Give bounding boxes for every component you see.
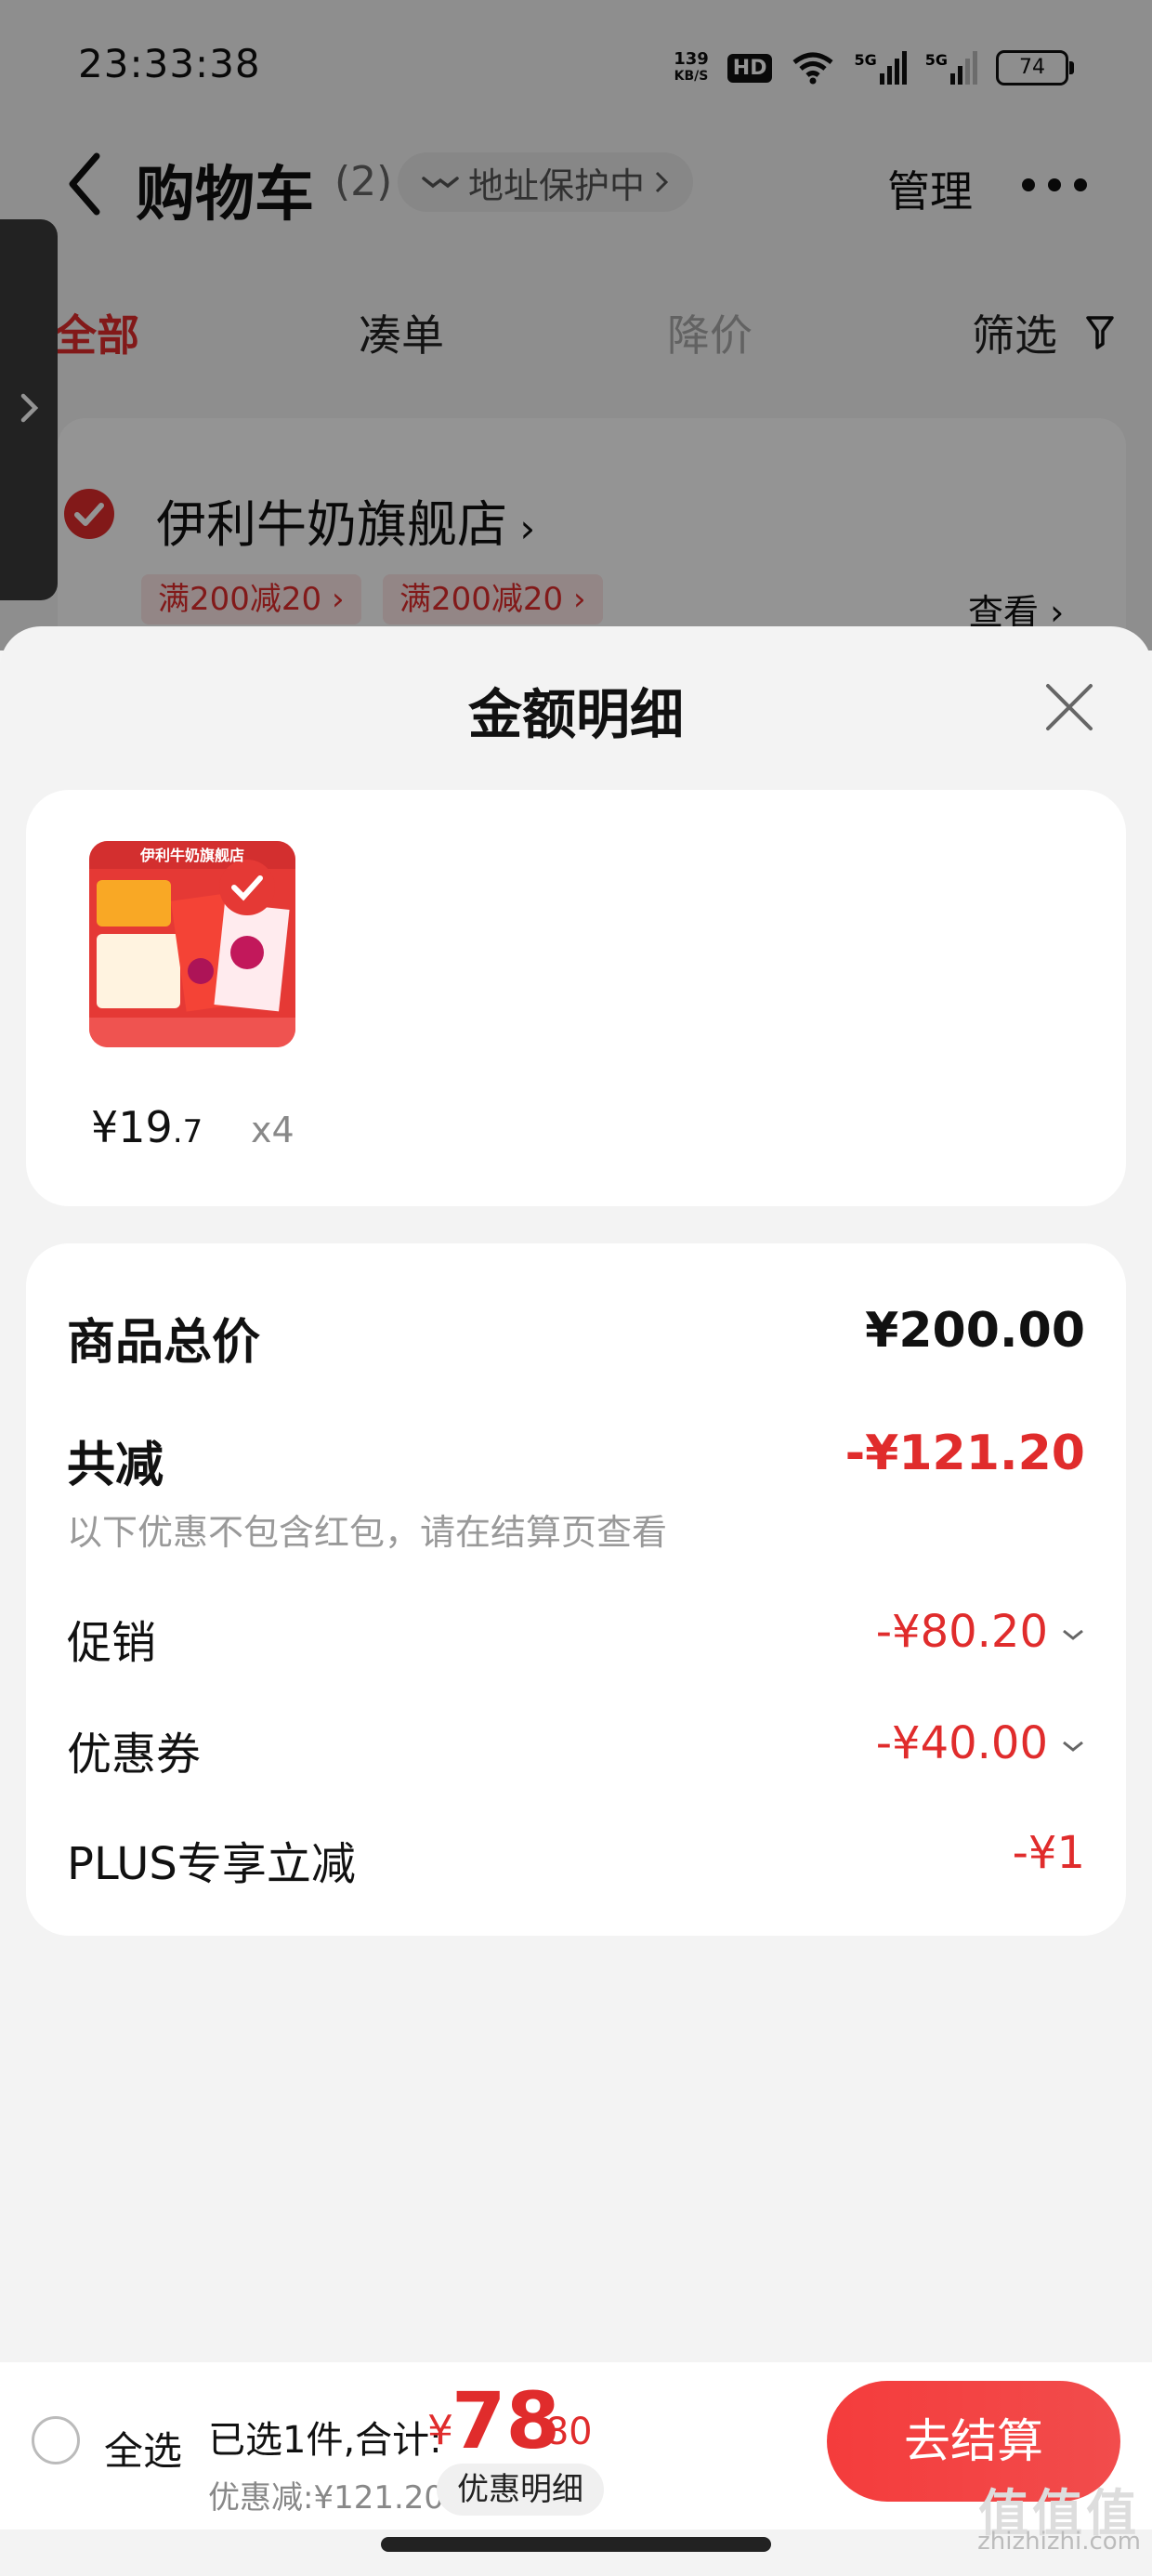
plus-discount-label: PLUS专享立减 <box>67 1838 356 1890</box>
watermark: 值值值 zhizhizhi.com <box>977 2484 1141 2556</box>
chevron-down-icon <box>1063 1629 1083 1640</box>
modal-overlay[interactable] <box>0 0 1152 651</box>
total-price-value: ¥200.00 <box>865 1303 1085 1359</box>
promotion-row[interactable]: -¥80.20 <box>876 1606 1085 1658</box>
total-price-label: 商品总价 <box>67 1315 261 1371</box>
coupon-label: 优惠券 <box>67 1728 202 1781</box>
select-all-label[interactable]: 全选 <box>104 2420 182 2477</box>
coupon-value: -¥40.00 <box>875 1717 1048 1769</box>
total-reduction-value: -¥121.20 <box>844 1426 1085 1481</box>
chevron-down-icon <box>1063 1741 1083 1752</box>
coupon-row[interactable]: -¥40.00 <box>876 1717 1085 1769</box>
home-indicator[interactable] <box>381 2537 771 2552</box>
product-image-store-text: 伊利牛奶旗舰店 <box>139 847 244 864</box>
total-currency: ¥ <box>427 2407 453 2454</box>
product-image[interactable]: 伊利牛奶旗舰店 <box>89 841 295 1047</box>
close-icon[interactable] <box>1041 678 1098 736</box>
reduction-note: 以下优惠不包含红包，请在结算页查看 <box>67 1512 668 1553</box>
plus-discount-value: -¥1 <box>1012 1827 1085 1879</box>
selection-summary: 已选1件,合计: <box>208 2419 442 2462</box>
promotion-label: 促销 <box>67 1617 157 1669</box>
discount-summary: 优惠减:¥121.20 <box>208 2479 445 2517</box>
product-quantity: x4 <box>251 1110 295 1150</box>
discount-detail-button[interactable]: 优惠明细 <box>437 2464 604 2516</box>
total-amount-dec: .80 <box>533 2411 593 2453</box>
select-all-radio[interactable] <box>32 2416 80 2464</box>
product-price: ¥19.7 <box>91 1102 203 1152</box>
promotion-value: -¥80.20 <box>875 1606 1048 1658</box>
sheet-title: 金额明细 <box>467 683 684 746</box>
total-reduction-label: 共减 <box>67 1438 164 1493</box>
